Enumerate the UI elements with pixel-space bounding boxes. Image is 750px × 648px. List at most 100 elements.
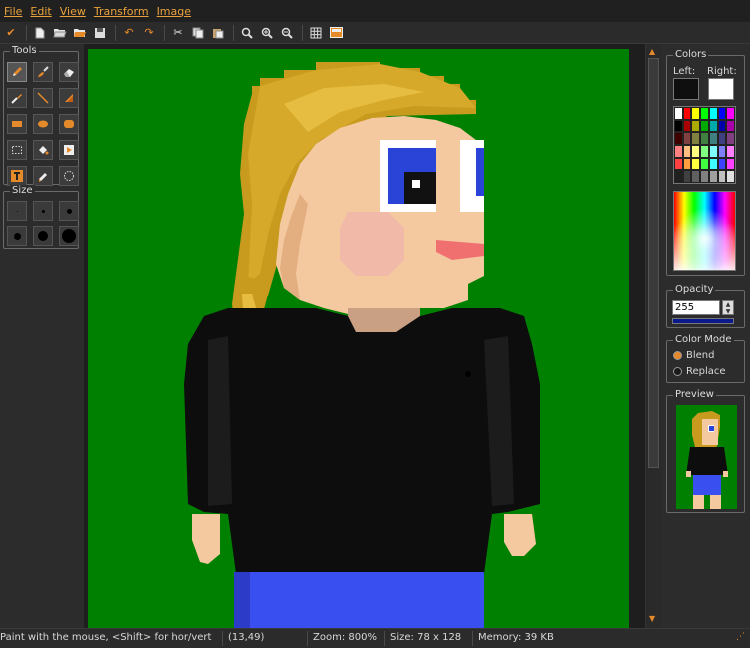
palette-swatch[interactable] — [682, 107, 692, 120]
replace-radio[interactable]: Replace — [673, 366, 726, 377]
palette-swatch[interactable] — [726, 119, 735, 133]
palette-swatch[interactable] — [682, 132, 692, 145]
palette-swatch[interactable] — [691, 145, 701, 158]
opacity-spinner[interactable]: ▲ ▼ — [722, 300, 734, 315]
size-option-6[interactable] — [59, 226, 79, 246]
drawing-canvas[interactable] — [84, 44, 645, 628]
grid-icon[interactable] — [307, 24, 325, 42]
color-palette[interactable] — [673, 106, 736, 184]
fill-tool-icon[interactable] — [33, 140, 53, 160]
palette-swatch[interactable] — [691, 107, 701, 120]
zoom-out-icon[interactable] — [278, 24, 296, 42]
blend-label: Blend — [686, 350, 715, 361]
menu-file[interactable]: File — [4, 5, 22, 18]
scrollbar-thumb[interactable] — [648, 58, 659, 468]
size-option-5[interactable] — [33, 226, 53, 246]
palette-swatch[interactable] — [700, 119, 709, 133]
menu-image[interactable]: Image — [157, 5, 191, 18]
brush-tool-icon[interactable] — [33, 62, 53, 82]
vertical-scrollbar[interactable]: ▲ ▼ — [645, 44, 661, 628]
open-recent-icon[interactable] — [71, 24, 89, 42]
palette-swatch[interactable] — [674, 145, 683, 158]
palette-swatch[interactable] — [691, 132, 701, 145]
flood-fill-tool-icon[interactable] — [59, 140, 79, 160]
palette-swatch[interactable] — [682, 157, 692, 171]
menu-transform[interactable]: Transform — [94, 5, 149, 18]
open-file-icon[interactable] — [51, 24, 69, 42]
palette-swatch[interactable] — [708, 107, 718, 120]
zoom-in-icon[interactable] — [258, 24, 276, 42]
scroll-down-icon[interactable]: ▼ — [649, 614, 655, 623]
palette-swatch[interactable] — [691, 157, 701, 171]
palette-swatch[interactable] — [717, 170, 727, 183]
palette-swatch[interactable] — [726, 170, 735, 183]
palette-swatch[interactable] — [708, 170, 718, 183]
scroll-up-icon[interactable]: ▲ — [649, 47, 655, 56]
palette-swatch[interactable] — [726, 157, 735, 171]
size-option-1[interactable] — [7, 201, 27, 221]
resize-grip-icon[interactable]: ⋰ — [736, 632, 745, 642]
blend-radio[interactable]: Blend — [673, 350, 714, 361]
rectangle-tool-icon[interactable] — [7, 114, 27, 134]
selection-tool-icon[interactable] — [7, 140, 27, 160]
menu-view[interactable]: View — [60, 5, 86, 18]
palette-swatch[interactable] — [682, 170, 692, 183]
palette-swatch[interactable] — [726, 132, 735, 145]
new-file-icon[interactable] — [31, 24, 49, 42]
palette-swatch[interactable] — [682, 119, 692, 133]
palette-swatch[interactable] — [726, 145, 735, 158]
palette-swatch[interactable] — [682, 145, 692, 158]
palette-swatch[interactable] — [717, 132, 727, 145]
line-tool-icon[interactable] — [33, 88, 53, 108]
spray-tool-icon[interactable] — [33, 166, 53, 186]
color-spectrum[interactable] — [673, 191, 736, 271]
lasso-tool-icon[interactable] — [59, 166, 79, 186]
palette-swatch[interactable] — [708, 132, 718, 145]
menu-edit[interactable]: Edit — [30, 5, 51, 18]
save-icon[interactable] — [91, 24, 109, 42]
palette-swatch[interactable] — [717, 145, 727, 158]
palette-swatch[interactable] — [700, 145, 709, 158]
redo-icon[interactable]: ↷ — [140, 24, 158, 42]
palette-swatch[interactable] — [717, 107, 727, 120]
palette-swatch[interactable] — [708, 157, 718, 171]
copy-icon[interactable] — [189, 24, 207, 42]
cut-icon[interactable]: ✂ — [169, 24, 187, 42]
color-picker-tool-icon[interactable] — [7, 88, 27, 108]
check-icon[interactable]: ✔ — [2, 24, 20, 42]
undo-icon[interactable]: ↶ — [120, 24, 138, 42]
colors-group: Colors Left: Right: — [666, 49, 745, 276]
palette-swatch[interactable] — [700, 170, 709, 183]
palette-swatch[interactable] — [674, 119, 683, 133]
palette-swatch[interactable] — [691, 170, 701, 183]
palette-swatch[interactable] — [708, 119, 718, 133]
palette-swatch[interactable] — [726, 107, 735, 120]
palette-swatch[interactable] — [717, 119, 727, 133]
palette-swatch[interactable] — [674, 157, 683, 171]
gradient-tool-icon[interactable] — [59, 88, 79, 108]
pencil-tool-icon[interactable] — [7, 62, 27, 82]
toggle-preview-icon[interactable] — [327, 24, 345, 42]
size-option-2[interactable] — [33, 201, 53, 221]
palette-swatch[interactable] — [708, 145, 718, 158]
palette-swatch[interactable] — [717, 157, 727, 171]
palette-swatch[interactable] — [700, 157, 709, 171]
rounded-rectangle-tool-icon[interactable] — [59, 114, 79, 134]
palette-swatch[interactable] — [674, 170, 683, 183]
eraser-tool-icon[interactable] — [59, 62, 79, 82]
paste-icon[interactable] — [209, 24, 227, 42]
palette-swatch[interactable] — [700, 132, 709, 145]
palette-swatch[interactable] — [674, 107, 683, 120]
palette-swatch[interactable] — [691, 119, 701, 133]
palette-swatch[interactable] — [674, 132, 683, 145]
ellipse-tool-icon[interactable] — [33, 114, 53, 134]
opacity-input[interactable]: 255 — [672, 300, 720, 315]
size-option-3[interactable] — [59, 201, 79, 221]
zoom-fit-icon[interactable] — [238, 24, 256, 42]
canvas-area[interactable] — [84, 44, 645, 628]
right-color-swatch[interactable] — [708, 78, 734, 100]
size-option-4[interactable] — [7, 226, 27, 246]
left-color-swatch[interactable] — [673, 78, 699, 100]
text-tool-icon[interactable] — [7, 166, 27, 186]
palette-swatch[interactable] — [700, 107, 709, 120]
